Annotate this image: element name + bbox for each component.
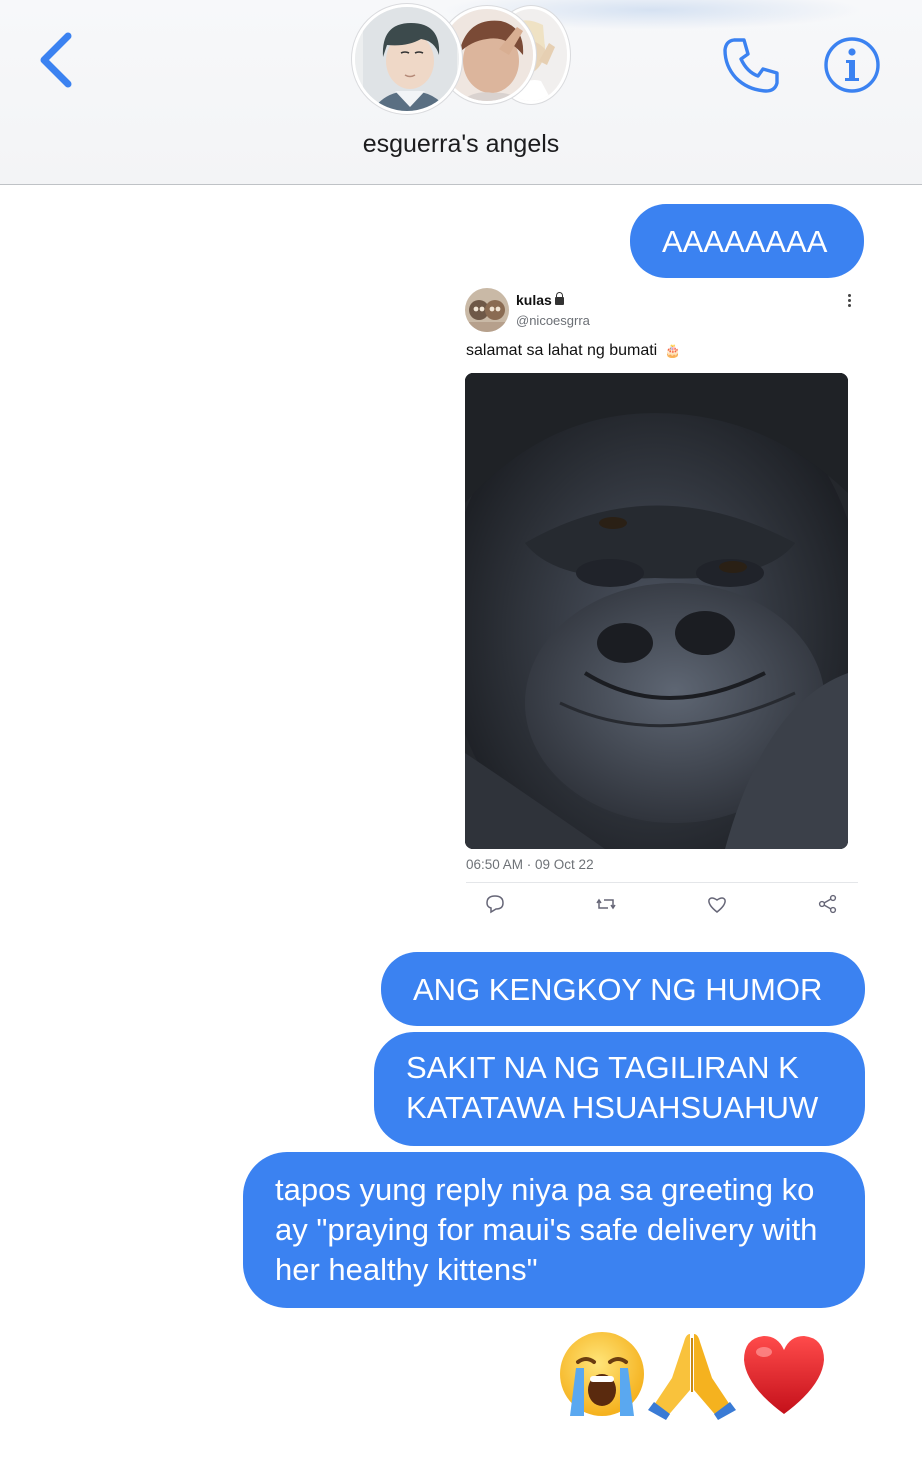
loudly-crying-face-icon bbox=[556, 1328, 648, 1420]
message-bubble[interactable]: tapos yung reply niya pa sa greeting ko … bbox=[243, 1152, 865, 1308]
tweet-name-text: kulas bbox=[516, 292, 552, 308]
message-bubble[interactable]: SAKIT NA NG TAGILIRAN K KATATAWA HSUAHSU… bbox=[374, 1032, 865, 1146]
call-button[interactable] bbox=[720, 34, 782, 96]
tweet-text-body: salamat sa lahat ng bumati bbox=[466, 342, 658, 359]
tweet-author-name[interactable]: kulas bbox=[516, 292, 564, 308]
info-icon bbox=[824, 37, 880, 93]
avatar-1 bbox=[352, 4, 462, 114]
tweet-embed[interactable]: kulas @nicoesgrra salamat sa lahat ng bu… bbox=[450, 280, 870, 935]
tweet-avatar bbox=[465, 288, 509, 332]
tweet-divider bbox=[466, 882, 858, 883]
gorilla-photo[interactable] bbox=[465, 373, 848, 849]
back-button[interactable] bbox=[30, 30, 80, 90]
message-line: her healthy kittens" bbox=[275, 1252, 538, 1287]
retweet-icon[interactable] bbox=[594, 893, 618, 915]
info-button[interactable] bbox=[823, 36, 881, 94]
birthday-cake-icon: 🎂 bbox=[664, 343, 681, 358]
tweet-handle[interactable]: @nicoesgrra bbox=[516, 313, 590, 328]
red-heart-icon bbox=[738, 1328, 830, 1420]
message-line: SAKIT NA NG TAGILIRAN K bbox=[406, 1050, 799, 1085]
share-icon[interactable] bbox=[816, 893, 840, 915]
phone-icon bbox=[723, 38, 779, 93]
message-line: KATATAWA HSUAHSUAHUW bbox=[406, 1090, 819, 1125]
message-line: ay "praying for maui's safe delivery wit… bbox=[275, 1212, 818, 1247]
like-icon[interactable] bbox=[705, 893, 729, 915]
chevron-left-icon bbox=[40, 32, 72, 88]
message-line: tapos yung reply niya pa sa greeting ko bbox=[275, 1172, 815, 1207]
tweet-timestamp: 06:50 AM · 09 Oct 22 bbox=[466, 857, 594, 872]
group-avatars[interactable] bbox=[352, 4, 572, 114]
group-name[interactable]: esguerra's angels bbox=[0, 130, 922, 159]
reply-icon[interactable] bbox=[483, 893, 507, 915]
message-bubble[interactable]: AAAAAAAA bbox=[630, 204, 864, 278]
message-bubble[interactable]: ANG KENGKOY NG HUMOR bbox=[381, 952, 865, 1026]
folded-hands-icon bbox=[646, 1328, 738, 1420]
lock-icon bbox=[554, 292, 564, 305]
tweet-text: salamat sa lahat ng bumati 🎂 bbox=[466, 342, 681, 360]
conversation-header: esguerra's angels bbox=[0, 0, 922, 185]
more-options-icon[interactable] bbox=[845, 294, 853, 314]
